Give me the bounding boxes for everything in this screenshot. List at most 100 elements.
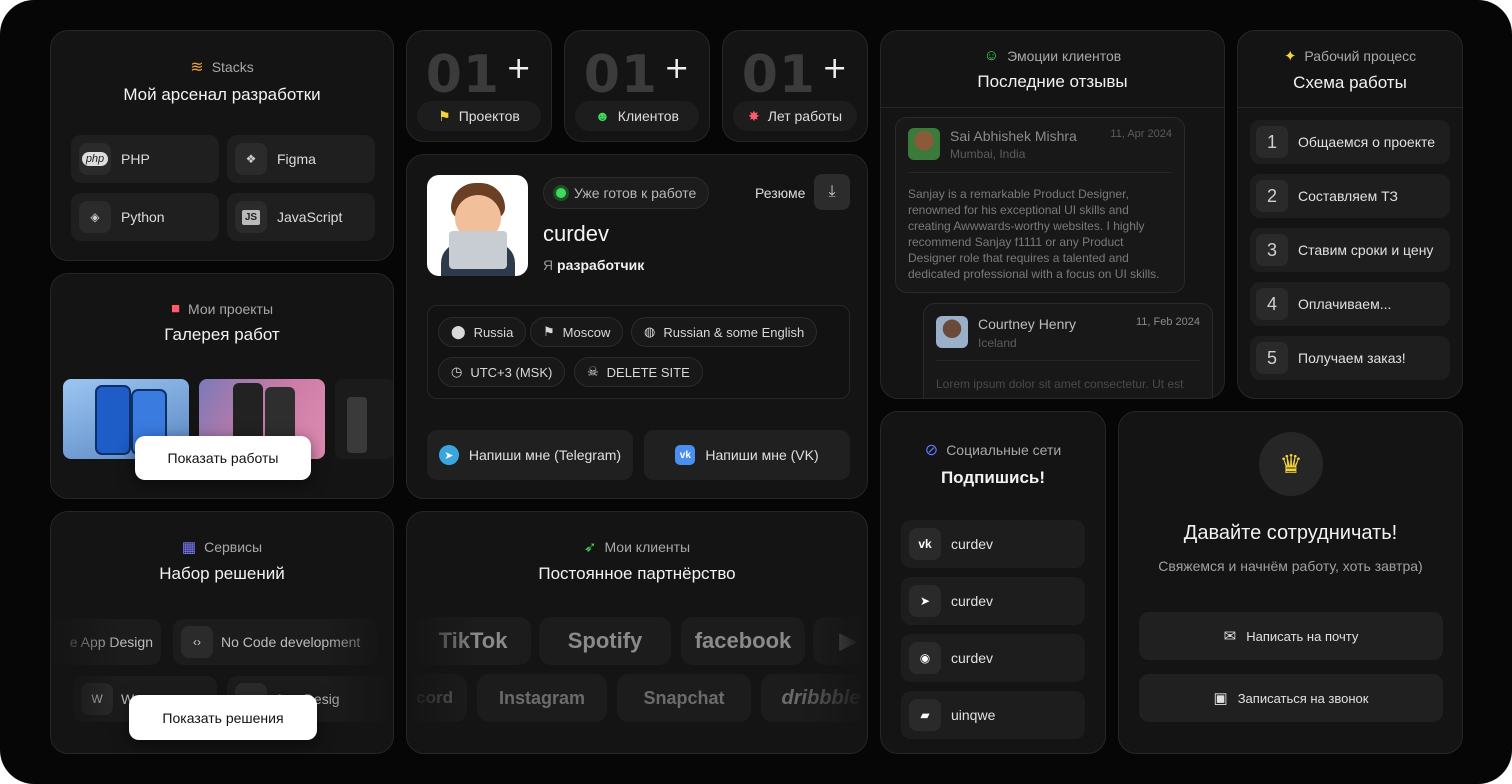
show-projects-button[interactable]: Показать работы xyxy=(135,436,311,480)
projects-card: ■ Мои проекты Галерея работ Показать раб… xyxy=(50,273,394,499)
emotion-icon: ☺ xyxy=(983,47,1000,64)
clock-icon: ◷ xyxy=(451,364,463,379)
clients-title: Постоянное партнёрство xyxy=(538,564,736,583)
flag-icon: ⚑ xyxy=(543,324,555,339)
show-services-button[interactable]: Показать решения xyxy=(129,695,317,740)
stat-label-pill: ✸ Лет работы xyxy=(733,101,857,131)
social-kicker: ⊘ Социальные сети xyxy=(924,442,1062,459)
reviewer-avatar xyxy=(936,316,968,348)
stack-card: ≋ Stacks Мой арсенал разработки php PHP … xyxy=(50,30,394,261)
email-button[interactable]: ✉ Написать на почту xyxy=(1139,612,1443,660)
snapchat-logo: Snapchat xyxy=(617,674,751,722)
discord-logo: cord xyxy=(407,674,467,722)
vk-icon: vk xyxy=(675,445,696,465)
service-item: ‹› No Code development xyxy=(173,619,377,665)
social-link-other[interactable]: ▰ uinqwe xyxy=(901,691,1085,739)
instagram-logo: Instagram xyxy=(477,674,607,722)
figma-icon: ❖ xyxy=(235,143,267,175)
social-link-vk[interactable]: vk curdev xyxy=(901,520,1085,568)
divider xyxy=(908,172,1172,173)
stat-label-pill: ⚑ Проектов xyxy=(417,101,541,131)
online-dot-icon xyxy=(556,188,566,198)
schedule-call-button[interactable]: ▣ Записаться на звонок xyxy=(1139,674,1443,722)
mail-icon: ✉ xyxy=(1223,628,1237,645)
review-card: Courtney Henry Iceland 11, Feb 2024 Lore… xyxy=(923,303,1213,398)
code-icon: ‹› xyxy=(181,626,213,658)
stack-item-figma: ❖ Figma xyxy=(227,135,375,183)
download-resume-button[interactable]: ⤓ xyxy=(814,174,850,210)
youtube-icon: ▶ xyxy=(839,628,857,653)
app-icon: ▰ xyxy=(909,699,941,731)
social-link-discord[interactable]: ◉ curdev xyxy=(901,634,1085,682)
stat-number: 01 + xyxy=(583,45,691,105)
stack-item-python: ◈ Python xyxy=(71,193,219,241)
telegram-button[interactable]: ➤ Напиши мне (Telegram) xyxy=(427,430,633,480)
vk-icon: vk xyxy=(909,528,941,560)
divider xyxy=(881,107,1224,108)
tag-timezone: ◷ UTC+3 (MSK) xyxy=(438,357,566,387)
profile-card: Уже готов к работе Резюме ⤓ curdev Я раз… xyxy=(406,154,868,499)
flag-icon: ⚑ xyxy=(438,107,451,124)
stat-number: 01 + xyxy=(425,45,533,105)
tag-language: ◍ Russian & some English xyxy=(631,317,818,347)
reviews-title: Последние отзывы xyxy=(977,72,1128,91)
delete-site-button[interactable]: ☠ DELETE SITE xyxy=(574,357,703,387)
info-box: ⬤ Russia ⚑ Moscow ◍ Russian & some English … xyxy=(427,305,850,399)
facebook-logo: facebook xyxy=(681,617,805,665)
stack-title: Мой арсенал разработки xyxy=(123,85,321,104)
projects-kicker: ■ Мои проекты xyxy=(170,300,274,317)
calendar-icon: ▣ xyxy=(1213,690,1228,707)
youtube-logo: ▶ xyxy=(813,617,867,665)
sparkle-icon: ✦ xyxy=(1283,48,1297,65)
status-badge: Уже готов к работе xyxy=(543,177,710,209)
review-text: Lorem ipsum dolor sit amet consectetur. … xyxy=(936,377,1184,391)
webflow-icon: W xyxy=(81,683,113,715)
stat-card-clients: 01 + ☻ Клиентов xyxy=(564,30,710,142)
workflow-title: Схема работы xyxy=(1293,73,1407,92)
services-card: ▦ Сервисы Набор решений e App Design ‹› … xyxy=(50,511,394,754)
collab-card: ♛ Давайте сотрудничать! Свяжемся и начнё… xyxy=(1118,411,1463,754)
discord-icon: ◉ xyxy=(909,642,941,674)
stat-number: 01 + xyxy=(741,45,849,105)
divider xyxy=(936,360,1200,361)
reviewer-name: Courtney Henry xyxy=(978,316,1077,332)
services-title: Набор решений xyxy=(159,564,285,583)
laptop xyxy=(449,231,507,269)
projects-title: Галерея работ xyxy=(164,325,280,344)
vk-button[interactable]: vk Напиши мне (VK) xyxy=(644,430,850,480)
reviewer-name: Sai Abhishek Mishra xyxy=(950,128,1077,144)
review-date: 11, Apr 2024 xyxy=(1110,128,1172,140)
review-card: Sai Abhishek Mishra Mumbai, India 11, Ap… xyxy=(895,117,1185,293)
stat-label-pill: ☻ Клиентов xyxy=(575,101,699,131)
social-link-telegram[interactable]: ➤ curdev xyxy=(901,577,1085,625)
resume-label: Резюме xyxy=(755,185,806,201)
reviews-card: ☺ Эмоции клиентов Последние отзывы Sai A… xyxy=(880,30,1225,399)
telegram-icon: ➤ xyxy=(438,445,459,465)
stack-item-javascript: JS JavaScript xyxy=(227,193,375,241)
tag-country: ⬤ Russia xyxy=(438,317,527,347)
collab-subtitle: Свяжемся и начнём работу, хоть завтра) xyxy=(1158,558,1423,574)
workflow-step: 5 Получаем заказ! xyxy=(1250,336,1450,380)
workflow-kicker: ✦ Рабочий процесс xyxy=(1283,48,1417,65)
workflow-step: 1 Общаемся о проекте xyxy=(1250,120,1450,164)
python-icon: ◈ xyxy=(79,201,111,233)
javascript-icon: JS xyxy=(235,201,267,233)
phone-mockup xyxy=(95,385,131,455)
skull-icon: ☠ xyxy=(587,364,599,379)
avatar xyxy=(427,175,528,276)
download-icon: ⤓ xyxy=(828,183,836,200)
social-title: Подпишись! xyxy=(940,468,1046,487)
location-pin-icon: ⬤ xyxy=(451,324,466,339)
reviewer-location: Mumbai, India xyxy=(950,147,1026,161)
stat-card-projects: 01 + ⚑ Проектов xyxy=(406,30,552,142)
telegram-icon: ➤ xyxy=(909,585,941,617)
briefcase-icon: ■ xyxy=(170,300,181,317)
reviews-kicker: ☺ Эмоции клиентов xyxy=(983,47,1122,64)
reviewer-avatar xyxy=(908,128,940,160)
project-thumbnail[interactable] xyxy=(335,379,393,459)
workflow-card: ✦ Рабочий процесс Схема работы 1 Общаемся… xyxy=(1237,30,1463,399)
review-date: 11, Feb 2024 xyxy=(1135,316,1200,328)
smile-icon: ☻ xyxy=(595,108,610,124)
php-icon: php xyxy=(79,143,111,175)
workflow-step: 3 Ставим сроки и цену xyxy=(1250,228,1450,272)
